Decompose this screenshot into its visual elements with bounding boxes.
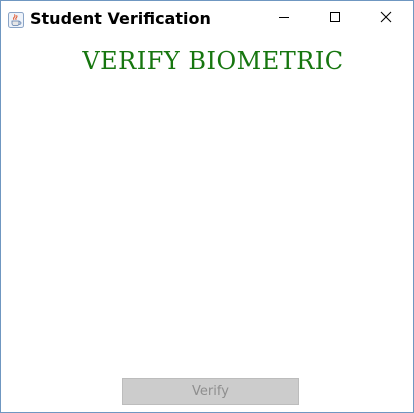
window-title: Student Verification [30, 9, 211, 28]
close-icon [380, 10, 392, 28]
student-verification-window: Student Verification VERIFY BIOMETRIC Ve… [0, 0, 414, 413]
maximize-icon [329, 10, 341, 28]
minimize-icon [278, 10, 290, 28]
verify-biometric-heading: VERIFY BIOMETRIC [82, 47, 344, 75]
close-button[interactable] [363, 1, 409, 37]
title-bar[interactable]: Student Verification [1, 1, 413, 37]
minimize-button[interactable] [261, 1, 307, 37]
maximize-button[interactable] [312, 1, 358, 37]
java-coffee-cup-icon[interactable] [8, 12, 24, 28]
verify-button[interactable]: Verify [122, 378, 299, 405]
